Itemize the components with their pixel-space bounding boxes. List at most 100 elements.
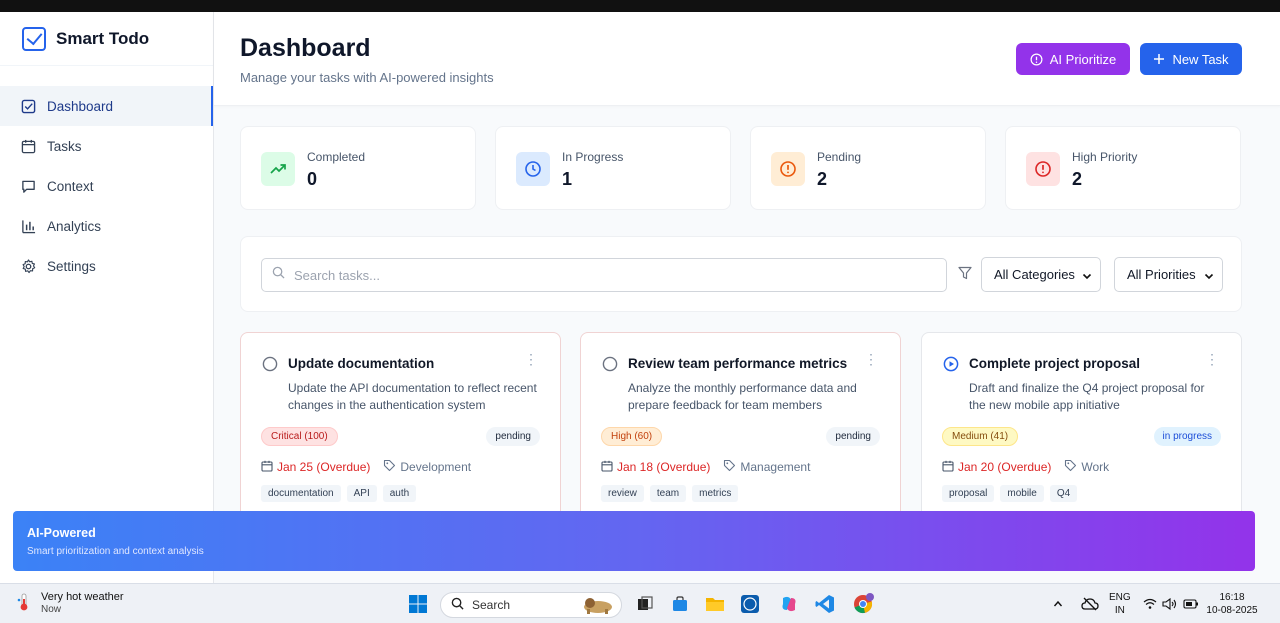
more-vertical-icon[interactable]: ⋮ xyxy=(864,352,878,366)
search-box[interactable] xyxy=(261,258,947,292)
empty-circle-icon[interactable] xyxy=(602,356,618,377)
status-badge: pending xyxy=(826,427,880,446)
tag-chip: review xyxy=(601,485,644,502)
page-title: Dashboard xyxy=(240,34,371,62)
category-select[interactable]: All Categories xyxy=(981,257,1101,292)
tag-icon xyxy=(383,459,396,475)
stat-label: In Progress xyxy=(562,150,624,164)
more-vertical-icon[interactable]: ⋮ xyxy=(524,352,538,366)
chevron-down-icon xyxy=(1204,269,1214,284)
message-icon xyxy=(20,178,36,194)
task-title: Update documentation xyxy=(288,356,435,371)
priority-badge: Critical (100) xyxy=(261,427,338,446)
vscode-icon[interactable] xyxy=(814,593,836,615)
priority-badge: Medium (41) xyxy=(942,427,1019,446)
dell-app-icon[interactable] xyxy=(739,593,761,615)
stat-value: 0 xyxy=(307,169,318,189)
tag-chip: mobile xyxy=(1000,485,1044,502)
clock[interactable]: 16:18 10-08-2025 xyxy=(1206,591,1258,617)
new-task-button[interactable]: New Task xyxy=(1140,43,1242,75)
taskbar-search[interactable]: Search xyxy=(440,592,622,618)
speaker-icon[interactable] xyxy=(1162,593,1178,615)
banner-subtitle: Smart prioritization and context analysi… xyxy=(27,546,204,557)
checkbox-logo-icon xyxy=(22,26,46,51)
tag-icon xyxy=(723,459,736,475)
stat-label: Pending xyxy=(817,150,862,164)
more-vertical-icon[interactable]: ⋮ xyxy=(1205,352,1219,366)
wifi-icon[interactable] xyxy=(1143,593,1157,615)
calendar-icon xyxy=(942,460,954,475)
gear-icon xyxy=(20,258,36,274)
task-category: Management xyxy=(740,460,811,474)
chrome-icon[interactable] xyxy=(852,593,874,615)
due-date: Jan 20 (Overdue) xyxy=(958,460,1052,474)
language-top: ENG xyxy=(1109,592,1131,603)
task-title: Complete project proposal xyxy=(969,356,1141,371)
weather-subtitle: Now xyxy=(41,604,62,615)
task-description: Update the API documentation to reflect … xyxy=(288,381,537,412)
category-select-value: All Categories xyxy=(994,267,1075,282)
calendar-icon xyxy=(261,460,273,475)
tag-chip: auth xyxy=(382,485,417,502)
sidebar: Smart Todo Dashboard Tasks Context Analy… xyxy=(0,12,214,583)
battery-icon[interactable] xyxy=(1183,593,1199,615)
task-title: Review team performance metrics xyxy=(628,356,848,371)
language-indicator[interactable]: ENG IN xyxy=(1109,591,1131,617)
banner-title: AI-Powered xyxy=(27,526,96,540)
filter-icon[interactable] xyxy=(958,266,972,285)
page-subtitle: Manage your tasks with AI-powered insigh… xyxy=(240,70,494,85)
task-view-icon[interactable] xyxy=(634,593,656,615)
taskbar-search-label: Search xyxy=(472,598,511,612)
calendar-icon xyxy=(20,138,36,154)
weather-title: Very hot weather xyxy=(41,591,124,603)
stat-card-pending: Pending 2 xyxy=(750,126,986,210)
task-card[interactable]: Update documentation ⋮ Update the API do… xyxy=(240,332,561,532)
stat-card-completed: Completed 0 xyxy=(240,126,476,210)
sidebar-item-label: Analytics xyxy=(47,218,102,234)
info-circle-icon xyxy=(1030,53,1043,66)
tag-chip: metrics xyxy=(692,485,739,502)
ai-prioritize-label: AI Prioritize xyxy=(1049,51,1117,67)
weather-widget[interactable]: Very hot weather Now xyxy=(17,591,124,618)
copilot-icon[interactable] xyxy=(778,593,800,615)
language-bottom: IN xyxy=(1114,605,1125,616)
cloud-sync-icon[interactable] xyxy=(1079,593,1101,615)
microsoft-store-icon[interactable] xyxy=(669,593,691,615)
tag-chip: API xyxy=(346,485,377,502)
trending-up-icon xyxy=(261,152,295,186)
task-meta: Jan 20 (Overdue) Work xyxy=(942,459,1109,475)
search-input[interactable] xyxy=(294,267,894,283)
task-meta: Jan 18 (Overdue) Management xyxy=(601,459,810,475)
brand[interactable]: Smart Todo xyxy=(0,12,213,66)
stat-label: High Priority xyxy=(1072,150,1138,164)
sidebar-item-analytics[interactable]: Analytics xyxy=(0,206,213,246)
task-card[interactable]: Review team performance metrics ⋮ Analyz… xyxy=(580,332,901,532)
task-tags: documentation API auth xyxy=(261,485,417,502)
clock-date: 10-08-2025 xyxy=(1206,605,1258,616)
chevron-down-icon xyxy=(1082,269,1092,284)
sidebar-item-dashboard[interactable]: Dashboard xyxy=(0,86,213,126)
ai-prioritize-button[interactable]: AI Prioritize xyxy=(1016,43,1130,75)
sidebar-item-label: Dashboard xyxy=(47,98,114,114)
stat-label: Completed xyxy=(307,150,366,164)
sidebar-item-settings[interactable]: Settings xyxy=(0,246,213,286)
sidebar-nav: Dashboard Tasks Context Analytics Settin… xyxy=(0,86,213,286)
bar-chart-icon xyxy=(20,218,36,234)
search-icon xyxy=(451,597,464,613)
windows-start-icon[interactable] xyxy=(407,593,429,615)
empty-circle-icon[interactable] xyxy=(262,356,278,377)
sidebar-item-tasks[interactable]: Tasks xyxy=(0,126,213,166)
window-top-strip xyxy=(0,0,1280,12)
clock-time: 16:18 xyxy=(1219,592,1245,603)
sidebar-item-label: Tasks xyxy=(47,138,82,154)
play-circle-icon[interactable] xyxy=(943,356,959,377)
file-explorer-icon[interactable] xyxy=(704,593,726,615)
chevron-up-icon[interactable] xyxy=(1051,593,1065,615)
stat-value: 2 xyxy=(1072,169,1083,189)
sidebar-item-context[interactable]: Context xyxy=(0,166,213,206)
status-badge: pending xyxy=(486,427,540,446)
taskbar: Very hot weather Now Search ENG IN 16:18… xyxy=(0,583,1280,623)
tag-chip: team xyxy=(649,485,687,502)
priority-select[interactable]: All Priorities xyxy=(1114,257,1223,292)
task-card[interactable]: Complete project proposal ⋮ Draft and fi… xyxy=(921,332,1242,532)
